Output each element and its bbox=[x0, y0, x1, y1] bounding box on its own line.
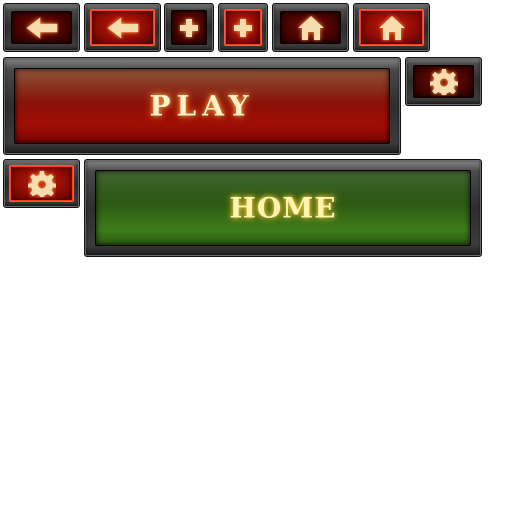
home-icon bbox=[378, 15, 405, 40]
gear-icon bbox=[27, 170, 56, 197]
arrow-left-icon bbox=[107, 16, 138, 39]
game-ui-sprite-sheet: PLAY HOME bbox=[0, 0, 512, 512]
plus-icon bbox=[234, 18, 252, 37]
play-button[interactable]: PLAY bbox=[3, 57, 401, 155]
back-button-pressed[interactable] bbox=[84, 3, 161, 52]
plus-icon bbox=[180, 18, 198, 37]
add-button[interactable] bbox=[164, 3, 214, 52]
back-button[interactable] bbox=[3, 3, 80, 52]
settings-button[interactable] bbox=[405, 57, 482, 106]
arrow-left-icon bbox=[26, 16, 57, 39]
home-icon bbox=[297, 15, 324, 40]
home-icon-button[interactable] bbox=[272, 3, 349, 52]
home-button-label: HOME bbox=[229, 191, 337, 225]
home-button[interactable]: HOME bbox=[84, 159, 482, 257]
add-button-pressed[interactable] bbox=[218, 3, 268, 52]
gear-icon bbox=[429, 68, 458, 95]
home-icon-button-pressed[interactable] bbox=[353, 3, 430, 52]
settings-button-pressed[interactable] bbox=[3, 159, 80, 208]
play-button-label: PLAY bbox=[149, 89, 255, 123]
